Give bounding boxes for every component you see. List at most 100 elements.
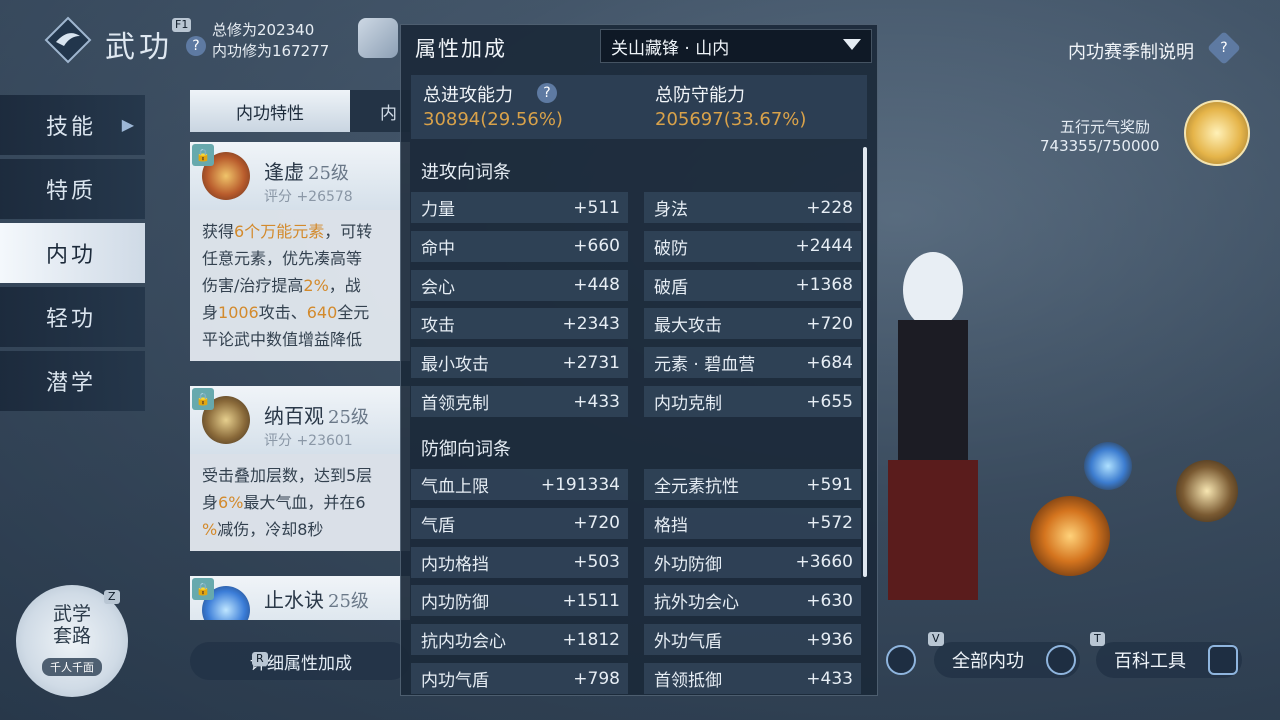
left-nav: 技能 ▶ 特质 内功 轻功 潜学 (0, 95, 145, 415)
book-icon[interactable] (358, 18, 398, 58)
stat-name: 身法 (654, 200, 688, 220)
stat-value: +433 (573, 391, 620, 412)
gold-element-orb-icon (1176, 460, 1238, 522)
chevron-down-icon (843, 39, 861, 50)
stat-row: 破防 +2444 (644, 230, 861, 262)
season-explain-link[interactable]: 内功赛季制说明 (1068, 38, 1194, 64)
cultivation-stats: 总修为202340 内功修为167277 (212, 20, 329, 62)
stat-value: +684 (806, 352, 853, 373)
nav-item-qinggong[interactable]: 轻功 (0, 287, 145, 347)
stat-row: 首领抵御 +433 (644, 663, 861, 694)
all-neigong-label: 全部内功 (952, 651, 1024, 672)
buddha-reward-icon[interactable] (1184, 100, 1250, 166)
stat-name: 破盾 (654, 277, 688, 298)
stat-name: 全元素抗性 (654, 477, 739, 497)
stat-value: +2343 (562, 313, 620, 334)
eye-toggle-icon[interactable] (886, 645, 916, 675)
dropdown-value: 关山藏锋 · 山内 (611, 38, 730, 59)
stat-row: 内功克制 +655 (644, 386, 861, 417)
t-key-badge: T (1090, 632, 1105, 646)
stat-name: 首领克制 (421, 394, 489, 414)
total-attack-label: 总进攻能力 (423, 85, 513, 106)
stat-row: 身法 +228 (644, 192, 861, 223)
skill-header: 🔒 纳百观 25级 评分 +23601 (190, 386, 410, 454)
stat-name: 元素 · 碧血营 (654, 355, 756, 376)
nav-item-label: 技能 (46, 115, 97, 140)
stat-row: 气盾 +720 (411, 507, 628, 539)
lock-icon: 🔒 (192, 578, 214, 600)
stat-row: 外功气盾 +936 (644, 624, 861, 656)
reward-count: 743355/750000 (1040, 137, 1160, 155)
stat-value: +3660 (795, 552, 853, 573)
season-help-icon[interactable]: ? (1207, 31, 1241, 65)
stat-value: +228 (806, 197, 853, 218)
stat-value: +936 (806, 629, 853, 650)
total-attack-value: 30894(29.56%) (423, 109, 563, 130)
stat-name: 首领抵御 (654, 671, 722, 691)
nav-item-label: 特质 (46, 179, 97, 204)
stat-value: +630 (806, 590, 853, 611)
stat-row: 破盾 +1368 (644, 269, 861, 301)
stat-name: 最小攻击 (421, 355, 489, 376)
stat-row: 力量 +511 (411, 192, 628, 223)
stat-name: 命中 (421, 238, 455, 259)
stat-value: +191334 (540, 474, 620, 495)
wuxue-label: 武学套路 (52, 603, 91, 647)
stat-name: 外功防御 (654, 554, 722, 575)
stat-row: 攻击 +2343 (411, 308, 628, 340)
stat-name: 格挡 (654, 515, 688, 536)
stat-row: 最小攻击 +2731 (411, 347, 628, 379)
refresh-icon (1046, 645, 1076, 675)
stat-name: 抗外功会心 (654, 593, 739, 614)
attribute-bonus-popup: 属性加成 关山藏锋 · 山内 总进攻能力 ? 30894(29.56%) 总防守… (400, 24, 878, 696)
nav-item-skills[interactable]: 技能 ▶ (0, 95, 145, 155)
help-icon[interactable]: ? (186, 36, 206, 56)
detail-attributes-button[interactable]: 详细属性加成 (190, 642, 410, 680)
nav-item-neigong[interactable]: 内功 (0, 223, 145, 283)
stat-row: 全元素抗性 +591 (644, 469, 861, 500)
skill-score: 评分 +23601 (264, 433, 353, 449)
nav-item-qianxue[interactable]: 潜学 (0, 351, 145, 411)
attack-help-icon[interactable]: ? (537, 83, 557, 103)
stat-value: +433 (806, 668, 853, 689)
attack-section-title: 进攻向词条 (421, 162, 511, 183)
skill-card-nabaiguan[interactable]: 🔒 纳百观 25级 评分 +23601 受击叠加层数，达到5层 身6%最大气血，并… (190, 386, 410, 551)
stat-row: 最大攻击 +720 (644, 308, 861, 340)
stat-row: 抗内功会心 +1812 (411, 624, 628, 656)
neigong-panel: 内功特性 内 🔒 逢虚 25级 评分 +26578 获得6个万能元素，可转 任意元… (190, 90, 410, 680)
stat-value: +655 (806, 391, 853, 412)
reward-label: 五行元气奖励 (1060, 118, 1151, 136)
tab-neigong-traits[interactable]: 内功特性 (190, 90, 350, 132)
defense-section-title: 防御向词条 (421, 439, 511, 460)
wugong-logo-icon (44, 16, 92, 64)
skill-description: 获得6个万能元素，可转 任意元素，优先凑高等 伤害/治疗提高2%，战 身1006… (202, 222, 373, 349)
skill-card-fengxu[interactable]: 🔒 逢虚 25级 评分 +26578 获得6个万能元素，可转 任意元素，优先凑高等… (190, 142, 410, 361)
skill-card-zhishuijue[interactable]: 🔒 止水诀 25级 (190, 576, 410, 620)
stat-value: +511 (573, 197, 620, 218)
stat-row: 外功防御 +3660 (644, 546, 861, 578)
blue-element-orb-icon (1084, 442, 1132, 490)
stat-name: 气盾 (421, 515, 455, 536)
inner-cultivation: 内功修为167277 (212, 42, 330, 60)
skill-description: 受击叠加层数，达到5层 身6%最大气血，并在6 %减伤，冷却8秒 (202, 466, 373, 539)
stat-value: +720 (573, 513, 620, 534)
nav-item-label: 轻功 (46, 307, 97, 332)
stat-name: 内功气盾 (421, 671, 489, 691)
scrollbar[interactable] (863, 147, 867, 577)
skill-name: 纳百观 25级 (264, 404, 369, 428)
skill-header: 🔒 止水诀 25级 (190, 576, 410, 620)
stat-row: 会心 +448 (411, 269, 628, 301)
fire-element-orb-icon (1030, 496, 1110, 576)
stat-name: 抗内功会心 (421, 632, 506, 653)
stat-name: 外功气盾 (654, 632, 722, 653)
stat-name: 内功格挡 (421, 554, 489, 575)
nav-item-traits[interactable]: 特质 (0, 159, 145, 219)
stat-name: 破防 (654, 238, 688, 259)
chevron-right-icon: ▶ (121, 115, 137, 134)
stat-name: 攻击 (421, 316, 455, 337)
total-defense-label: 总防守能力 (655, 85, 745, 106)
z-key-badge: Z (104, 590, 120, 604)
stat-value: +720 (806, 313, 853, 334)
stat-name: 内功克制 (654, 394, 722, 414)
loadout-dropdown[interactable]: 关山藏锋 · 山内 (600, 29, 872, 63)
